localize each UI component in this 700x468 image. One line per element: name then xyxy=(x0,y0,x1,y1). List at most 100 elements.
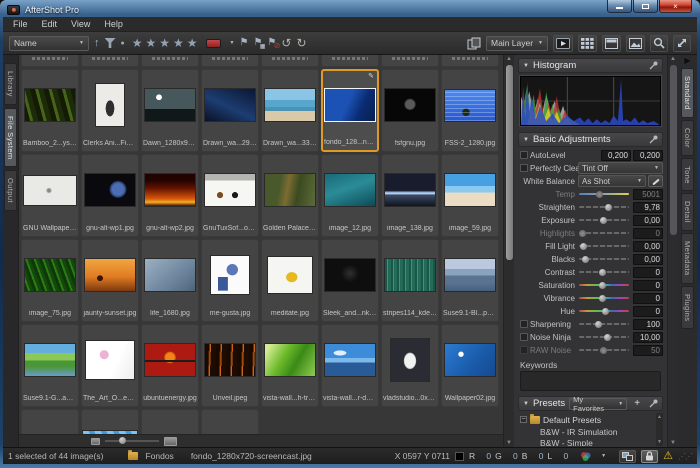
tab-color[interactable]: Color xyxy=(681,120,694,156)
thumbnail-me-gusta-jpg[interactable]: me-gusta.jpg xyxy=(201,239,259,322)
close-button[interactable]: × xyxy=(659,0,692,13)
thumbnail-cell-partial[interactable] xyxy=(441,55,499,67)
checkbox-autolevel[interactable] xyxy=(520,151,528,159)
rotate-right-icon[interactable]: ↻ xyxy=(296,37,306,49)
menu-view[interactable]: View xyxy=(65,18,98,30)
value-noise-ninja[interactable]: 10,00 xyxy=(633,332,663,343)
thumbnail-detail-view-button[interactable] xyxy=(602,35,621,52)
thumbnail-drawn-wa-332-jpg[interactable]: Drawn_wa...332_.jpg xyxy=(261,69,319,152)
slider-raw-noise[interactable] xyxy=(600,347,607,354)
thumbnail-gnu-wallpaper-2-jpg[interactable]: GNU Wallpaper 2.jpg xyxy=(21,154,79,237)
warning-icon[interactable]: ⚠ xyxy=(663,451,673,462)
resize-grip[interactable]: ⋰⋰ xyxy=(678,452,692,461)
scroll-down-icon[interactable]: ▼ xyxy=(656,439,663,445)
pin-icon[interactable] xyxy=(649,61,658,70)
scroll-up-icon[interactable]: ▲ xyxy=(504,56,514,62)
tab-library[interactable]: Library xyxy=(4,63,17,105)
checkbox-sharpening[interactable] xyxy=(520,320,528,328)
collapse-arrow-icon[interactable]: ▼ xyxy=(523,63,529,69)
slider-noise-ninja[interactable] xyxy=(604,334,611,341)
value-contrast[interactable]: 0 xyxy=(633,267,663,278)
slider-blacks[interactable] xyxy=(582,256,589,263)
sort-ascending-icon[interactable]: ↑ xyxy=(94,38,100,49)
eyedropper-button[interactable] xyxy=(648,175,663,187)
histogram-header[interactable]: ▼ Histogram xyxy=(518,58,663,73)
thumbnail-unveil-jpeg[interactable]: Unveil.jpeg xyxy=(201,324,259,407)
thumbnail-image-59-jpg[interactable]: image_59.jpg xyxy=(441,154,499,237)
thumbnail-cell-partial[interactable] xyxy=(21,55,79,67)
thumbnail-jaunty-sunset-jpg[interactable]: jaunty-sunset.jpg xyxy=(81,239,139,322)
value-highlights[interactable]: 0 xyxy=(633,228,663,239)
filter-funnel-icon[interactable] xyxy=(105,38,116,48)
slider-straighten[interactable] xyxy=(605,204,612,211)
value-straighten[interactable]: 9,78 xyxy=(633,202,663,213)
thumbnail-meditate-jpg[interactable]: meditate.jpg xyxy=(261,239,319,322)
value-fill-light[interactable]: 0,00 xyxy=(633,241,663,252)
thumbnail-cell-partial[interactable] xyxy=(381,55,439,67)
thumbnail-life-1680-jpg[interactable]: life_1680.jpg xyxy=(141,239,199,322)
tab-plugins[interactable]: Plugins xyxy=(681,286,694,329)
collapse-arrow-icon[interactable]: ▼ xyxy=(523,137,529,143)
slider-sharpening[interactable] xyxy=(595,321,602,328)
checkbox-perfectly-clear[interactable] xyxy=(520,164,528,172)
presets-header[interactable]: ▼ Presets My Favorites ▼ + xyxy=(518,396,663,411)
thumbnail-cell-partial[interactable] xyxy=(141,55,199,67)
checkbox-raw-noise[interactable] xyxy=(520,346,528,354)
presets-favorites-dropdown[interactable]: My Favorites ▼ xyxy=(569,398,627,410)
value-sharpening[interactable]: 100 xyxy=(633,319,663,330)
thumbnail-bamboo-2-ysha-jpg[interactable]: Bamboo_2...ysha.jpg xyxy=(21,69,79,152)
thumbnail-ubuntuenergy-jpg[interactable]: ubuntuenergy.jpg xyxy=(141,324,199,407)
slider-vibrance[interactable] xyxy=(599,295,606,302)
slider-exposure[interactable] xyxy=(600,217,607,224)
value-raw-noise[interactable]: 50 xyxy=(633,345,663,356)
thumbnail-cell[interactable] xyxy=(81,409,139,434)
scroll-up-icon[interactable]: ▲ xyxy=(668,56,678,62)
slider-fill-light[interactable] xyxy=(580,243,587,250)
thumbnail-wallpaper02-jpg[interactable]: Wallpaper02.jpg xyxy=(441,324,499,407)
chevron-down-icon[interactable]: ▼ xyxy=(601,453,606,459)
lock-settings-button[interactable] xyxy=(641,450,658,463)
checkbox-noise-ninja[interactable] xyxy=(520,333,528,341)
value-hue[interactable]: 0 xyxy=(633,306,663,317)
grid-scrollbar-thumb[interactable] xyxy=(506,65,513,260)
slider-highlights[interactable] xyxy=(579,230,586,237)
layers-icon[interactable] xyxy=(467,37,481,50)
menu-help[interactable]: Help xyxy=(98,18,131,30)
preset-folder-row[interactable]: −Default Presets xyxy=(520,414,655,425)
dropdown-perfectly-clear[interactable]: Tint Off▼ xyxy=(578,162,663,174)
value-autolevel-high[interactable]: 0,200 xyxy=(633,150,663,161)
thumbnail-gnutuxsof-on-v1-jpg[interactable]: GnuTuxSof...on-v1.jpg xyxy=(201,154,259,237)
scroll-down-icon[interactable]: ▼ xyxy=(668,440,678,446)
tab-tone[interactable]: Tone xyxy=(681,158,694,192)
preset-b-w-simple[interactable]: B&W - Simple xyxy=(540,438,655,446)
small-thumbnail-icon[interactable] xyxy=(91,438,100,445)
thumbnail-image-138-jpg[interactable]: image_138.jpg xyxy=(381,154,439,237)
thumbnail-drawn-wa-299-jpg[interactable]: Drawn_wa...299_.jpg xyxy=(201,69,259,152)
value-temp[interactable]: 5001 xyxy=(633,189,663,200)
slideshow-button[interactable] xyxy=(553,35,573,52)
star-rating-filter[interactable]: ★★★★★ xyxy=(132,36,201,50)
flag-clear-icon[interactable]: ⚑⊘ xyxy=(267,38,276,48)
panel-scrollbar[interactable]: ▲ ▼ xyxy=(667,55,678,447)
panel-scrollbar-thumb[interactable] xyxy=(670,65,677,235)
thumbnail-suse9-1-g-apers-jpg[interactable]: Suse9.1-G...apers.jpg xyxy=(21,324,79,407)
thumbnail-size-knob[interactable] xyxy=(119,437,126,444)
value-saturation[interactable]: 0 xyxy=(633,280,663,291)
dropdown-white-balance[interactable]: As Shot▼ xyxy=(578,175,646,187)
menu-file[interactable]: File xyxy=(7,18,36,30)
thumbnail-vista-wall-h-tree-jpg[interactable]: vista-wall...h-tree.jpg xyxy=(261,324,319,407)
collapse-folder-icon[interactable]: − xyxy=(520,416,527,423)
thumbnail-cell-partial[interactable] xyxy=(201,55,259,67)
tab-detail[interactable]: Detail xyxy=(681,193,694,231)
basic-adjustments-header[interactable]: ▼ Basic Adjustments xyxy=(518,132,663,147)
tab-standard[interactable]: Standard xyxy=(681,68,694,118)
thumbnail-sleek-and-nkahn-jpg[interactable]: Sleek_and...nkahn.jpg xyxy=(321,239,379,322)
collapse-arrow-icon[interactable]: ▼ xyxy=(523,401,529,407)
menu-edit[interactable]: Edit xyxy=(36,18,66,30)
maximize-button[interactable] xyxy=(633,0,658,13)
collapse-panel-arrow-icon[interactable]: ▶ xyxy=(684,56,690,66)
color-profile-icon[interactable] xyxy=(579,451,592,462)
thumbnail-clerks-ani-figure-jpg[interactable]: Clerks Ani...Figure.jpg xyxy=(81,69,139,152)
tab-output[interactable]: Output xyxy=(4,170,17,211)
value-vibrance[interactable]: 0 xyxy=(633,293,663,304)
